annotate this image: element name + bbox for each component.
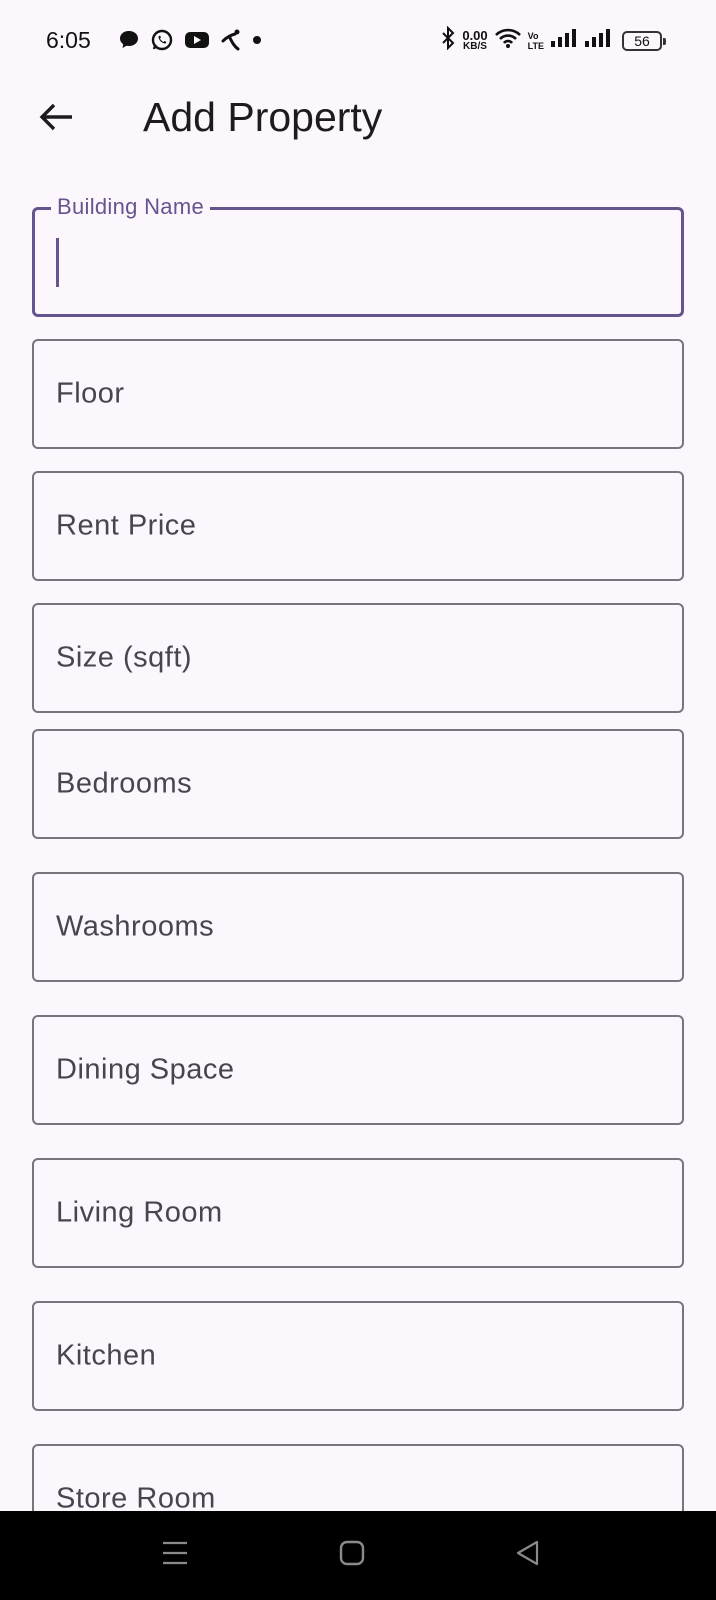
signal-icon-2 [584,27,612,54]
washrooms-field[interactable]: Washrooms [32,872,684,982]
whatsapp-icon [150,28,174,52]
text-cursor [56,238,59,287]
dot-icon [252,35,262,45]
rent-price-field[interactable]: Rent Price [32,471,684,581]
size-field[interactable]: Size (sqft) [32,603,684,713]
living-room-field[interactable]: Living Room [32,1158,684,1268]
building-name-field[interactable]: Building Name [32,194,684,317]
kitchen-label: Kitchen [56,1339,157,1372]
building-name-label: Building Name [51,194,210,220]
kitchen-field[interactable]: Kitchen [32,1301,684,1411]
page-title: Add Property [143,94,383,140]
battery-level: 56 [634,32,650,49]
menu-icon [161,1540,189,1571]
telenor-icon [220,28,242,52]
living-room-label: Living Room [56,1196,223,1229]
bedrooms-field[interactable]: Bedrooms [32,729,684,839]
bedrooms-label: Bedrooms [56,767,193,800]
battery-icon: 56 [622,30,666,51]
back-triangle-icon [514,1539,542,1572]
home-button[interactable] [292,1511,412,1600]
notification-icons [118,28,262,52]
system-icons: 0.00 KB/S Vo LTE 56 [440,25,666,55]
bluetooth-icon [440,25,456,55]
youtube-icon [184,30,210,50]
signal-icon [550,27,578,54]
size-label: Size (sqft) [56,641,193,674]
status-bar: 6:05 0.00 KB/S Vo LTE 56 [0,0,716,80]
network-speed: 0.00 KB/S [462,27,488,52]
arrow-left-icon [38,102,74,137]
navigation-bar [0,1511,716,1600]
washrooms-label: Washrooms [56,910,215,943]
status-time: 6:05 [46,27,91,53]
back-button[interactable] [30,96,82,142]
dining-space-label: Dining Space [56,1053,235,1086]
volte-indicator: Vo LTE [528,31,544,51]
volte-bottom: LTE [527,40,544,51]
network-speed-unit: KB/S [463,40,487,52]
volte-top: Vo [527,30,539,41]
rent-price-label: Rent Price [56,509,197,542]
floor-field[interactable]: Floor [32,339,684,449]
back-nav-button[interactable] [468,1511,588,1600]
floor-label: Floor [56,377,125,410]
home-square-icon [338,1539,366,1572]
network-speed-value: 0.00 [462,27,488,43]
chat-bubble-icon [118,29,140,51]
wifi-icon [494,27,522,54]
dining-space-field[interactable]: Dining Space [32,1015,684,1125]
recents-button[interactable] [115,1511,235,1600]
app-bar: Add Property [0,80,716,156]
